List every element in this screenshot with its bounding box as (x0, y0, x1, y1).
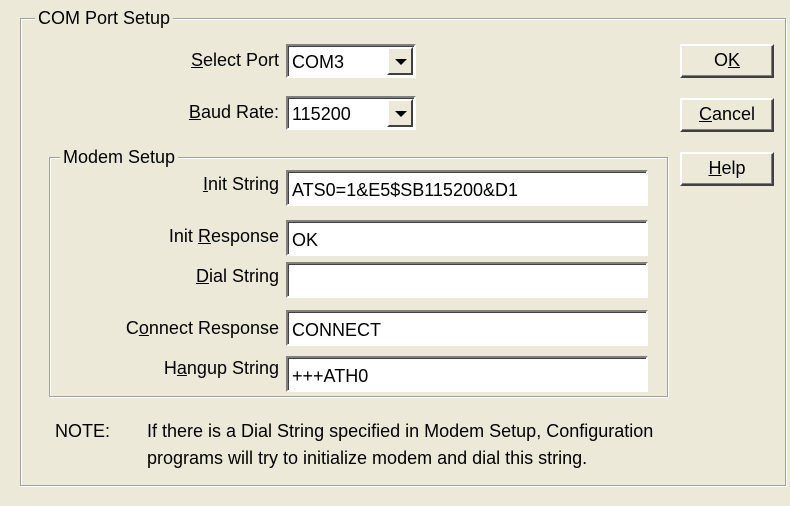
cancel-button[interactable]: Cancel (680, 98, 774, 132)
note-text-line-2: programs will try to initialize modem an… (147, 448, 588, 468)
select-port-dropdown-button[interactable] (387, 47, 413, 75)
connect-response-field[interactable] (286, 310, 648, 346)
note-text-line-1: If there is a Dial String specified in M… (147, 421, 654, 441)
init-response-field[interactable] (286, 220, 648, 256)
select-port-dropdown[interactable]: COM3 (286, 44, 416, 78)
dial-string-label: Dial String (195, 266, 279, 286)
chevron-down-icon (395, 59, 407, 65)
init-string-label: Init String (202, 174, 279, 194)
baud-rate-dropdown[interactable]: 115200 (286, 96, 416, 130)
help-button[interactable]: Help (680, 152, 774, 186)
init-string-field[interactable] (286, 170, 648, 206)
chevron-down-icon (395, 111, 407, 117)
baud-rate-dropdown-button[interactable] (387, 99, 413, 127)
select-port-value: COM3 (292, 52, 345, 72)
init-response-label: Init Response (168, 226, 279, 246)
baud-rate-label: Baud Rate: (188, 102, 279, 122)
modem-setup-title: Modem Setup (60, 146, 179, 168)
hangup-string-label: Hangup String (163, 358, 279, 378)
hangup-string-field[interactable] (286, 356, 648, 392)
note-prefix: NOTE: (55, 421, 111, 441)
connect-response-label: Connect Response (125, 318, 279, 338)
ok-button[interactable]: OK (680, 44, 774, 78)
select-port-label: Select Port (190, 50, 279, 70)
baud-rate-value: 115200 (292, 104, 351, 124)
com-port-setup-title: COM Port Setup (35, 7, 174, 29)
dial-string-field[interactable] (286, 262, 648, 298)
